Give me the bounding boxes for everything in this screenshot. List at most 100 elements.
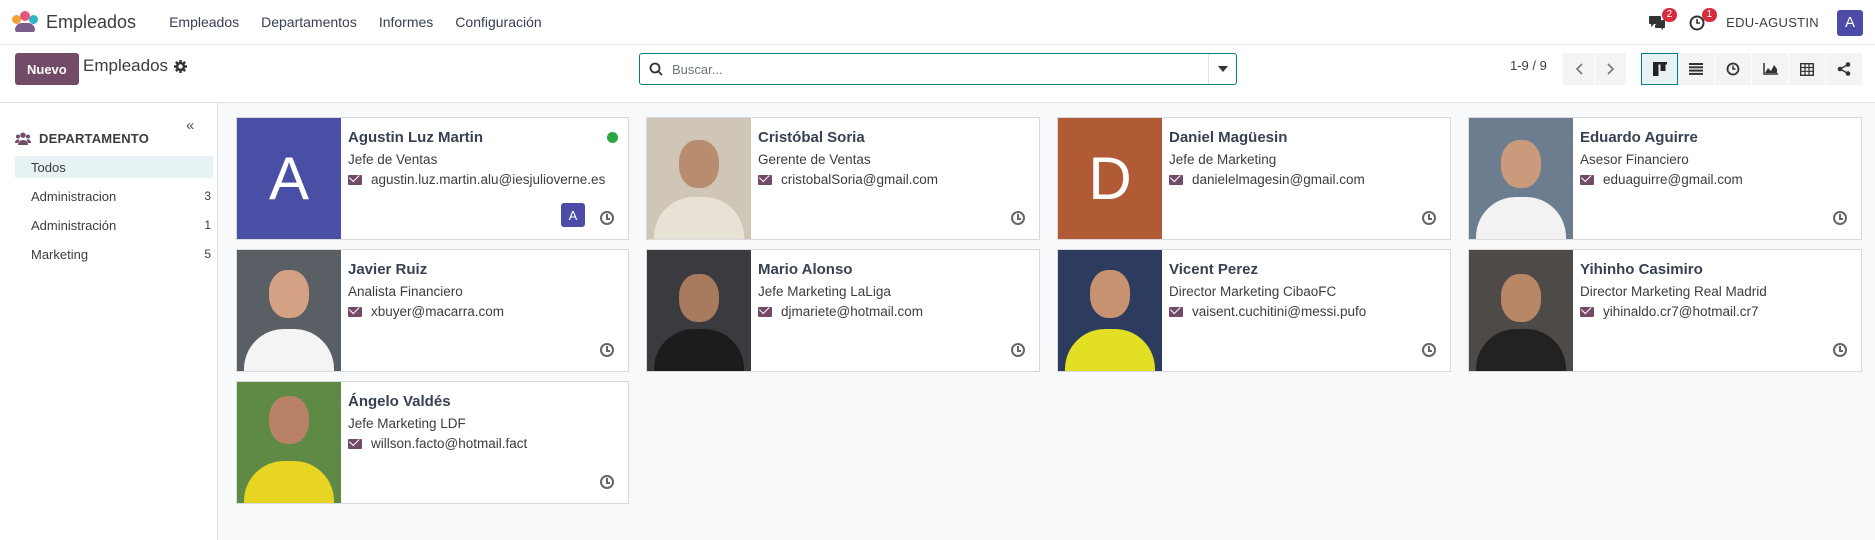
menu-item-departamentos[interactable]: Departamentos (250, 14, 368, 30)
sidebar-item-todos[interactable]: Todos (15, 156, 213, 178)
employee-photo (1469, 118, 1573, 239)
area-chart-icon (1762, 63, 1778, 75)
activity-clock-icon[interactable] (1011, 211, 1025, 225)
employee-email-text: danielelmagesin@gmail.com (1192, 172, 1365, 187)
employee-photo (237, 250, 341, 371)
activity-clock-icon[interactable] (1833, 343, 1847, 357)
kanban-view-button[interactable] (1641, 53, 1678, 85)
employee-name: Agustin Luz Martin (348, 129, 483, 146)
employee-email[interactable]: vaisent.cuchitini@messi.pufo (1169, 304, 1450, 319)
kanban-icon (1652, 62, 1667, 76)
messages-icon[interactable]: 2 (1646, 7, 1678, 34)
sidebar-item-marketing[interactable]: Marketing 5 (15, 243, 213, 265)
employee-name: Ángelo Valdés (348, 393, 451, 410)
main-menu: Empleados Departamentos Informes Configu… (158, 14, 553, 30)
pager-previous-button[interactable] (1563, 53, 1595, 85)
clock-icon (1726, 62, 1740, 76)
sidebar-item-administracion-accent[interactable]: Administración 1 (15, 214, 213, 236)
employee-card[interactable]: D Daniel Magüesin Jefe de Marketing dani… (1057, 117, 1451, 240)
pivot-view-button[interactable] (1789, 53, 1826, 85)
envelope-icon (1580, 174, 1594, 185)
employee-email[interactable]: yihinaldo.cr7@hotmail.cr7 (1580, 304, 1861, 319)
employee-email-text: eduaguirre@gmail.com (1603, 172, 1743, 187)
menu-item-empleados[interactable]: Empleados (158, 14, 250, 30)
employee-email[interactable]: eduaguirre@gmail.com (1580, 172, 1861, 187)
employee-name: Mario Alonso (758, 261, 853, 278)
activity-clock-icon[interactable] (1422, 343, 1436, 357)
employee-avatar: A (237, 118, 341, 239)
messages-badge: 2 (1661, 7, 1678, 22)
employee-email-text: djmariete@hotmail.com (781, 304, 924, 319)
users-icon (15, 132, 31, 145)
share-nodes-icon (1837, 62, 1851, 76)
list-icon (1689, 63, 1703, 75)
envelope-icon (348, 174, 362, 185)
sidebar-item-label: Marketing (31, 246, 89, 262)
menu-item-informes[interactable]: Informes (368, 14, 444, 30)
app-logo-icon[interactable] (12, 11, 38, 33)
app-name[interactable]: Empleados (46, 12, 136, 33)
employee-job-title: Analista Financiero (348, 284, 463, 299)
related-user-avatar[interactable]: A (561, 203, 585, 227)
employee-card[interactable]: Ángelo Valdés Jefe Marketing LDF willson… (236, 381, 629, 504)
activity-clock-icon[interactable] (1833, 211, 1847, 225)
activity-clock-icon[interactable] (600, 475, 614, 489)
collapse-sidebar-icon[interactable]: « (186, 117, 194, 134)
employee-card[interactable]: Yihinho Casimiro Director Marketing Real… (1468, 249, 1862, 372)
employee-card[interactable]: Mario Alonso Jefe Marketing LaLiga djmar… (646, 249, 1040, 372)
user-avatar[interactable]: A (1837, 9, 1863, 36)
employee-card[interactable]: Cristóbal Soria Gerente de Ventas cristo… (646, 117, 1040, 240)
gear-icon[interactable] (174, 59, 188, 73)
employee-email[interactable]: willson.facto@hotmail.fact (348, 436, 628, 451)
search-input[interactable] (672, 61, 1208, 77)
activity-clock-icon[interactable] (1011, 343, 1025, 357)
pager-next-button[interactable] (1595, 53, 1627, 85)
employee-email[interactable]: xbuyer@macarra.com (348, 304, 628, 319)
pager-value[interactable]: 1-9 / 9 (1510, 58, 1547, 73)
employee-card[interactable]: Vicent Perez Director Marketing CibaoFC … (1057, 249, 1451, 372)
search-options-toggle[interactable] (1208, 54, 1236, 84)
envelope-icon (758, 174, 772, 185)
activity-clock-icon[interactable] (600, 343, 614, 357)
employee-job-title: Gerente de Ventas (758, 152, 871, 167)
search-bar[interactable] (639, 53, 1237, 85)
pager-buttons (1563, 53, 1627, 85)
employee-name: Javier Ruiz (348, 261, 428, 278)
employee-photo (647, 118, 751, 239)
hierarchy-view-button[interactable] (1826, 53, 1863, 85)
menu-item-configuracion[interactable]: Configuración (444, 14, 552, 30)
envelope-icon (348, 438, 362, 449)
table-icon (1800, 62, 1814, 76)
employee-card[interactable]: Javier Ruiz Analista Financiero xbuyer@m… (236, 249, 629, 372)
page-title: Empleados (83, 56, 169, 75)
activity-clock-icon[interactable] (1422, 211, 1436, 225)
employee-photo (647, 250, 751, 371)
employee-email[interactable]: djmariete@hotmail.com (758, 304, 1039, 319)
employee-card[interactable]: Eduardo Aguirre Asesor Financiero eduagu… (1468, 117, 1862, 240)
company-switcher[interactable]: EDU-AGUSTIN (1726, 15, 1819, 30)
employee-name: Daniel Magüesin (1169, 129, 1288, 146)
department-sidebar: « DEPARTAMENTO Todos Administracion 3 Adm… (0, 103, 218, 540)
list-view-button[interactable] (1678, 53, 1715, 85)
caret-down-icon (1217, 66, 1228, 72)
employee-email[interactable]: danielelmagesin@gmail.com (1169, 172, 1450, 187)
activity-clock-icon[interactable] (600, 211, 614, 225)
activity-view-button[interactable] (1715, 53, 1752, 85)
activity-clock-icon[interactable]: 1 (1686, 7, 1718, 34)
sidebar-item-label: Administracion (31, 188, 117, 204)
employee-email-text: cristobalSoria@gmail.com (781, 172, 939, 187)
new-button[interactable]: Nuevo (15, 53, 79, 85)
employee-job-title: Jefe de Marketing (1169, 152, 1277, 167)
sidebar-item-count: 5 (204, 247, 211, 261)
envelope-icon (758, 306, 772, 317)
employee-email[interactable]: agustin.luz.martin.alu@iesjulioverne.es (348, 172, 628, 187)
graph-view-button[interactable] (1752, 53, 1789, 85)
sidebar-item-label: Todos (31, 159, 66, 175)
sidebar-item-administracion[interactable]: Administracion 3 (15, 185, 213, 207)
employee-photo (237, 382, 341, 503)
employee-card[interactable]: A Agustin Luz Martin Jefe de Ventas agus… (236, 117, 629, 240)
breadcrumb: Empleados (83, 56, 188, 76)
department-list: Todos Administracion 3 Administración 1 Ma… (0, 156, 217, 265)
employee-email-text: xbuyer@macarra.com (371, 304, 504, 319)
employee-email[interactable]: cristobalSoria@gmail.com (758, 172, 1039, 187)
